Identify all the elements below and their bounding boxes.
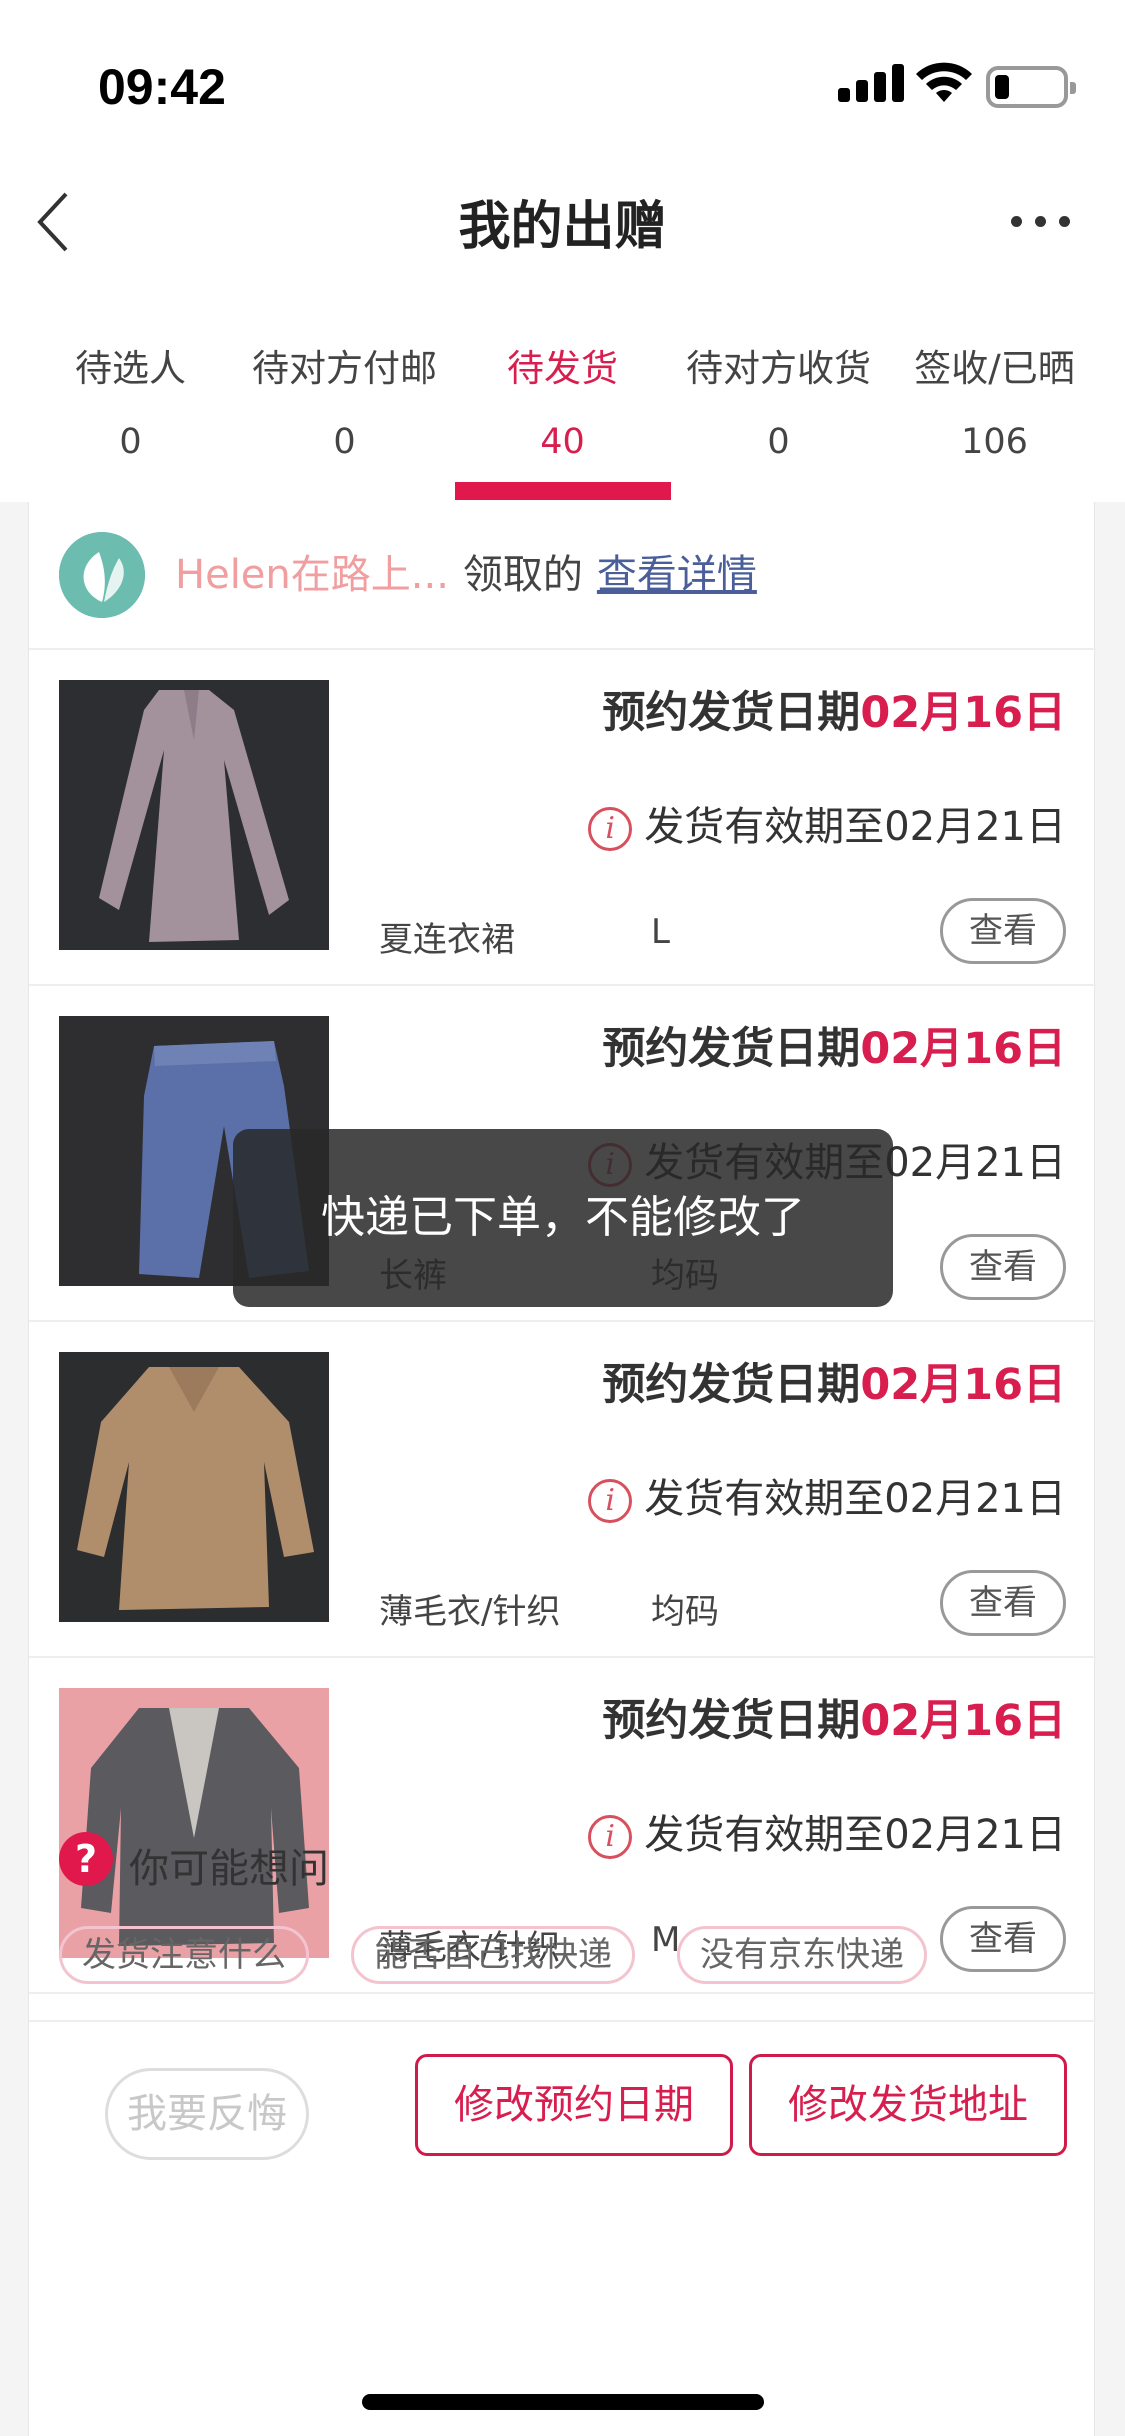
info-icon: i (588, 1479, 633, 1523)
receiver-suffix: 领取的 (462, 552, 583, 598)
ship-date: 预约发货日期02月16日 (602, 1350, 1066, 1412)
faq-chip[interactable]: 发货注意什么 (59, 1926, 309, 1984)
tab-count: 106 (961, 422, 1028, 462)
tab-count: 40 (540, 422, 585, 462)
ship-date-value: 02月16日 (860, 1024, 1066, 1074)
item-photo-dress[interactable] (59, 680, 329, 950)
tab-pending-receive[interactable]: 待对方收货 0 (666, 290, 891, 502)
faq-chip[interactable]: 没有京东快递 (677, 1926, 927, 1984)
wifi-icon (916, 62, 972, 102)
ship-date-label: 预约发货日期 (602, 1360, 861, 1410)
faq-chip[interactable]: 能否自己找快递 (351, 1926, 635, 1984)
item-category: 薄毛衣/针织 (379, 1592, 561, 1632)
battery-icon (986, 66, 1076, 108)
tab-received[interactable]: 签收/已晒 106 (882, 290, 1107, 502)
list-item: 预约发货日期02月16日 i 发货有效期至02月21日 夏连衣裙 L 查看 (29, 650, 1096, 986)
list-item: 预约发货日期02月16日 i 发货有效期至02月21日 薄毛衣/针织 均码 查看 (29, 1322, 1096, 1658)
tab-label: 待发货 (507, 347, 618, 390)
receiver-name: Helen在路上... (175, 552, 449, 598)
validity: i发货有效期至02月21日 (588, 1466, 1066, 1524)
tab-pending-ship[interactable]: 待发货 40 (450, 290, 675, 502)
status-tabs: 待选人 0 待对方付邮 0 待发货 40 待对方收货 0 签收/已晒 106 (0, 290, 1125, 502)
receiver-row: Helen在路上... 领取的 查看详情 (29, 502, 1096, 650)
tab-count: 0 (333, 422, 356, 462)
question-icon: ? (59, 1832, 113, 1886)
item-category: 夏连衣裙 (379, 920, 515, 960)
info-icon: i (588, 807, 633, 851)
tab-count: 0 (119, 422, 142, 462)
tab-label: 待对方付邮 (252, 347, 437, 390)
tab-label: 待对方收货 (686, 347, 871, 390)
action-bar: 我要反悔 修改预约日期 修改发货地址 (29, 2024, 1096, 2200)
page-title: 我的出赠 (458, 197, 667, 257)
status-time: 09:42 (98, 59, 226, 115)
tab-pending-postage[interactable]: 待对方付邮 0 (232, 290, 457, 502)
avatar[interactable] (59, 532, 145, 618)
active-tab-indicator (455, 482, 671, 500)
ship-date-label: 预约发货日期 (602, 1024, 861, 1074)
regret-button[interactable]: 我要反悔 (105, 2068, 309, 2160)
view-button[interactable]: 查看 (940, 1234, 1066, 1300)
item-size: 均码 (651, 1592, 719, 1632)
receiver-text: Helen在路上... 领取的 查看详情 (175, 542, 757, 600)
view-button[interactable]: 查看 (940, 1570, 1066, 1636)
change-address-button[interactable]: 修改发货地址 (749, 2054, 1067, 2156)
item-photo-sweater[interactable] (59, 1352, 329, 1622)
tab-label: 待选人 (75, 347, 186, 390)
ship-date-value: 02月16日 (860, 1696, 1066, 1746)
validity-text: 发货有效期至02月21日 (644, 1476, 1066, 1522)
home-indicator (362, 2394, 764, 2410)
change-date-button[interactable]: 修改预约日期 (415, 2054, 733, 2156)
more-icon[interactable] (1011, 190, 1091, 250)
ship-date: 预约发货日期02月16日 (602, 678, 1066, 740)
nav-bar: 我的出赠 (0, 150, 1125, 290)
faq-title: 你可能想问 (129, 1846, 329, 1892)
faq-section: ? 你可能想问 发货注意什么 能否自己找快递 没有京东快递 (29, 1794, 1096, 2022)
ship-date-value: 02月16日 (860, 688, 1066, 738)
ship-date-label: 预约发货日期 (602, 688, 861, 738)
ship-date-label: 预约发货日期 (602, 1696, 861, 1746)
validity-text: 发货有效期至02月21日 (644, 804, 1066, 850)
view-button[interactable]: 查看 (940, 898, 1066, 964)
tab-pending-select[interactable]: 待选人 0 (18, 290, 243, 502)
tab-count: 0 (767, 422, 790, 462)
toast-message: 快递已下单，不能修改了 (233, 1129, 893, 1307)
tab-label: 签收/已晒 (914, 347, 1075, 390)
ship-date: 预约发货日期02月16日 (602, 1014, 1066, 1076)
ship-date-value: 02月16日 (860, 1360, 1066, 1410)
status-bar: 09:42 (0, 0, 1125, 150)
order-card: Helen在路上... 领取的 查看详情 预约发货日期02月16日 i 发货有效期至0… (28, 502, 1096, 2436)
item-size: L (651, 912, 670, 952)
validity: i发货有效期至02月21日 (588, 794, 1066, 852)
view-details-link[interactable]: 查看详情 (597, 552, 757, 598)
ship-date: 预约发货日期02月16日 (602, 1686, 1066, 1748)
